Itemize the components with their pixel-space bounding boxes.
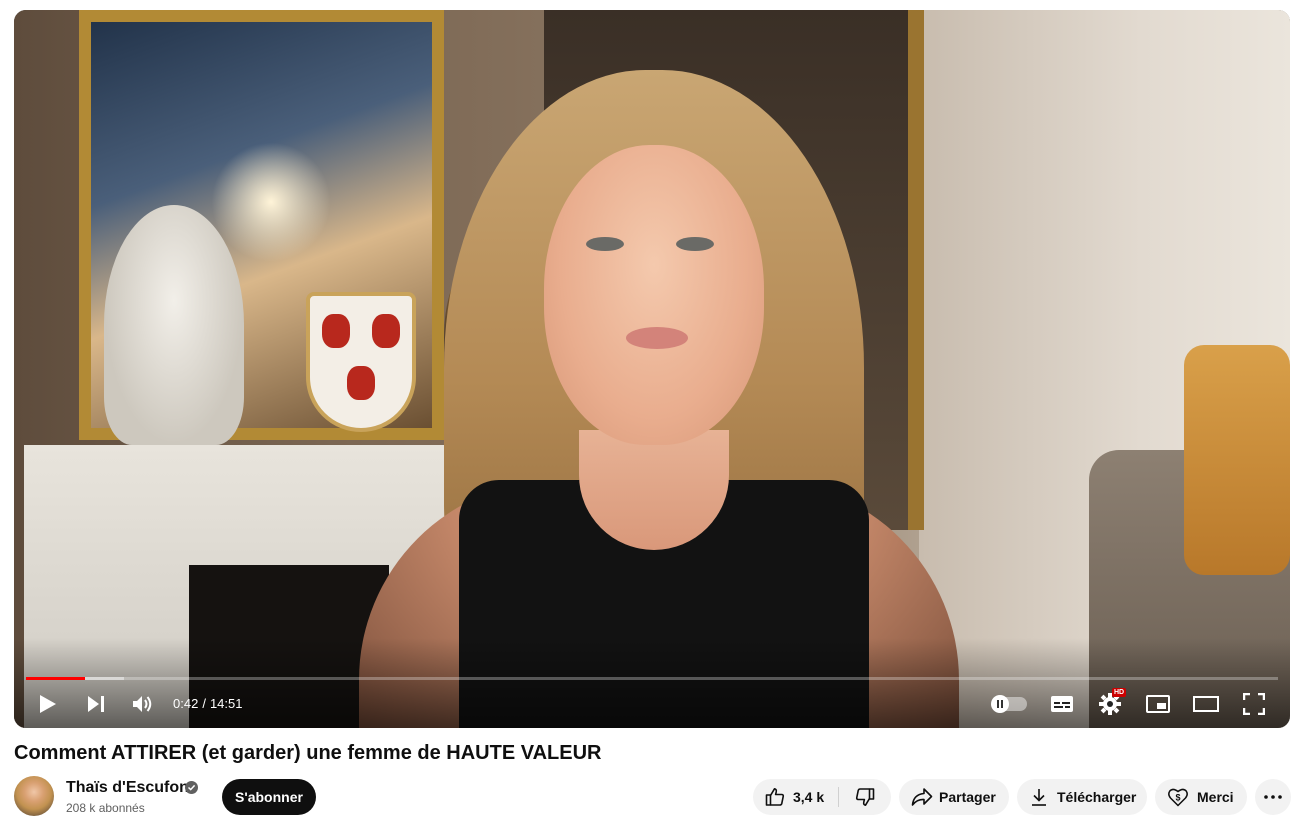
channel-name[interactable]: Thaïs d'Escufon: [66, 779, 189, 797]
miniplayer-icon: [1146, 695, 1170, 713]
like-dislike-group: 3,4 k: [753, 779, 891, 815]
theater-icon: [1193, 696, 1219, 712]
fullscreen-icon: [1243, 693, 1265, 715]
subscribe-button[interactable]: S'abonner: [222, 779, 316, 815]
play-button[interactable]: [28, 685, 68, 723]
subtitles-icon: [1051, 696, 1073, 712]
time-display: 0:42/14:51: [173, 685, 242, 723]
like-count: 3,4 k: [793, 789, 825, 805]
share-icon: [911, 787, 933, 807]
thumbs-up-icon: [765, 787, 785, 807]
autoplay-pause-icon: [991, 695, 1009, 713]
thumbs-down-icon: [855, 787, 875, 807]
download-icon: [1031, 788, 1047, 806]
next-button[interactable]: [76, 685, 116, 723]
download-button[interactable]: Télécharger: [1017, 779, 1147, 815]
heart-dollar-icon: $: [1167, 786, 1189, 808]
more-actions-button[interactable]: [1255, 779, 1291, 815]
play-icon: [40, 695, 56, 713]
share-button[interactable]: Partager: [899, 779, 1009, 815]
thanks-label: Merci: [1197, 789, 1234, 805]
autoplay-toggle[interactable]: [991, 695, 1027, 713]
miniplayer-button[interactable]: [1138, 685, 1178, 723]
svg-text:$: $: [1175, 793, 1180, 803]
video-frame: [14, 10, 1290, 728]
subscriber-count: 208 k abonnés: [66, 801, 145, 815]
duration: 14:51: [209, 696, 243, 711]
like-button[interactable]: 3,4 k: [753, 779, 838, 815]
verified-icon: [185, 781, 198, 794]
player-controls: 0:42/14:51 HD: [14, 685, 1290, 723]
hd-badge: HD: [1112, 688, 1127, 697]
dislike-button[interactable]: [839, 779, 891, 815]
fullscreen-button[interactable]: [1234, 685, 1274, 723]
thanks-button[interactable]: $ Merci: [1155, 779, 1247, 815]
more-horizontal-icon: [1264, 795, 1282, 799]
channel-avatar[interactable]: [14, 776, 54, 816]
volume-icon: [133, 696, 152, 712]
progress-bar[interactable]: [26, 677, 1278, 680]
next-icon: [88, 696, 104, 712]
video-title: Comment ATTIRER (et garder) une femme de…: [14, 742, 602, 764]
progress-played: [26, 677, 85, 680]
download-label: Télécharger: [1057, 789, 1137, 805]
theater-button[interactable]: [1186, 685, 1226, 723]
time-separator: /: [202, 696, 206, 711]
settings-button[interactable]: HD: [1090, 685, 1130, 723]
subtitles-button[interactable]: [1042, 685, 1082, 723]
video-player[interactable]: 0:42/14:51 HD: [14, 10, 1290, 728]
share-label: Partager: [939, 789, 996, 805]
current-time: 0:42: [173, 696, 199, 711]
volume-button[interactable]: [123, 685, 163, 723]
